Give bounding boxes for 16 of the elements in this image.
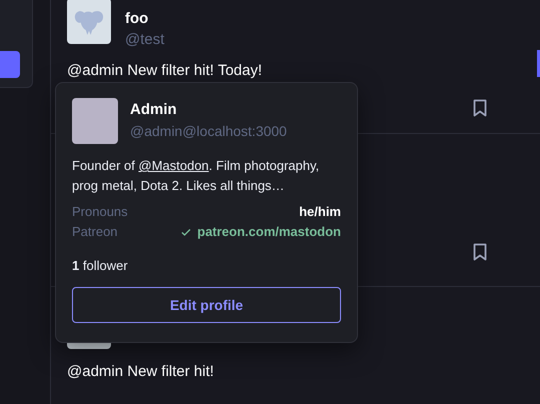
field-value: he/him [299,203,341,221]
field-label: Patreon [72,223,118,241]
bookmark-icon[interactable] [473,99,487,117]
mention-link[interactable]: @Mastodon [138,158,209,173]
avatar-photo [72,98,118,144]
username: @admin@localhost:3000 [130,123,287,139]
display-name[interactable]: foo [125,10,164,27]
post-text: @admin New filter hit! [67,363,215,380]
display-name[interactable]: Admin [130,101,287,118]
bio-text: Founder of @Mastodon. Film photography, prog metal, Dota 2. Likes all things… [72,157,320,195]
follower-count[interactable]: 1 follower [72,258,341,273]
field-label: Pronouns [72,203,128,221]
edit-profile-button[interactable]: Edit profile [72,287,341,323]
post-text: @admin New filter hit! Today! [67,62,264,79]
field-link[interactable]: patreon.com/mastodon [197,222,341,242]
bookmark-icon[interactable] [473,243,487,261]
